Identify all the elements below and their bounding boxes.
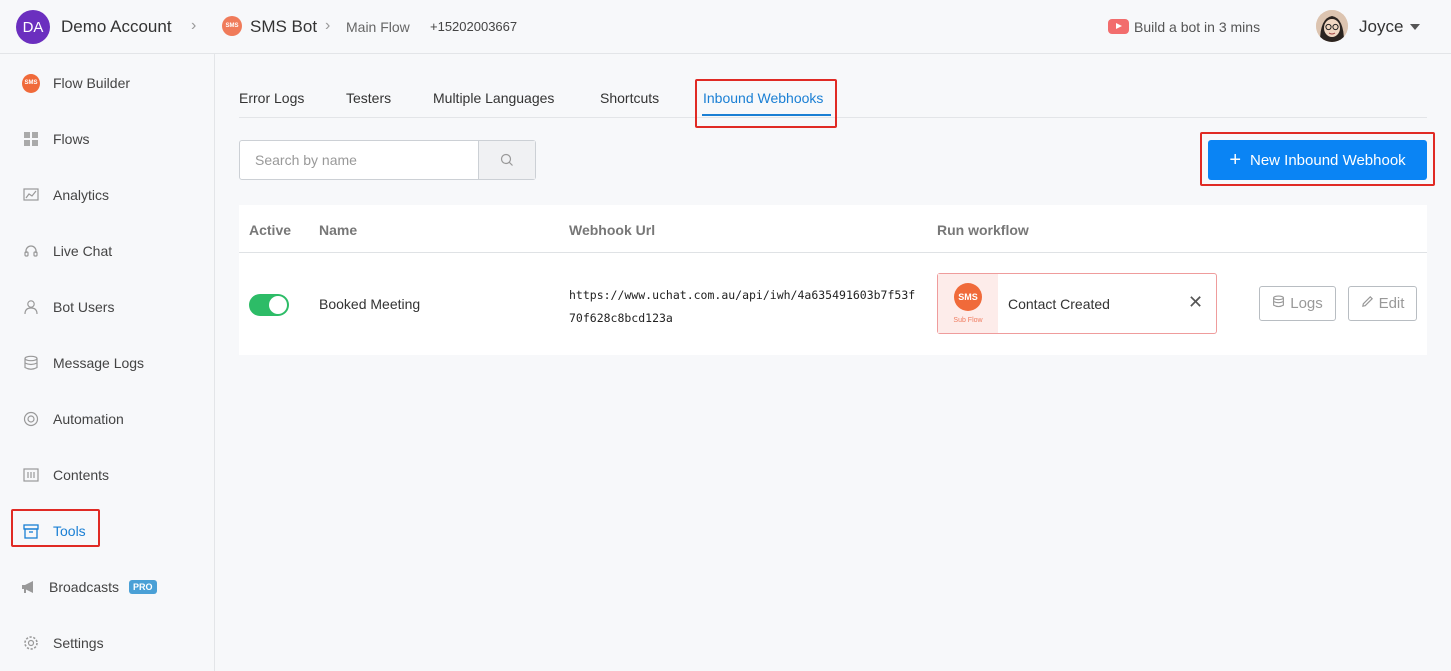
highlight-box-tools (11, 509, 100, 547)
sidebar-item-analytics[interactable]: Analytics (0, 175, 214, 215)
sidebar-item-bot-users[interactable]: Bot Users (0, 287, 214, 327)
workflow-title: Contact Created (1008, 296, 1110, 312)
column-header-webhook-url: Webhook Url (569, 222, 656, 238)
account-name[interactable]: Demo Account (61, 17, 172, 37)
sidebar-item-settings[interactable]: Settings (0, 623, 214, 663)
sidebar-item-live-chat[interactable]: Live Chat (0, 231, 214, 271)
logs-label: Logs (1290, 295, 1323, 312)
sidebar-item-label: Analytics (53, 187, 110, 203)
contents-icon (22, 466, 40, 484)
header-divider (239, 252, 1427, 253)
sidebar-item-flows[interactable]: Flows (0, 119, 214, 159)
column-header-run-workflow: Run workflow (937, 222, 1029, 238)
grid-icon (22, 130, 40, 148)
tab-error-logs[interactable]: Error Logs (239, 90, 304, 106)
gear-icon (22, 634, 40, 652)
webhook-url: https://www.uchat.com.au/api/iwh/4a63549… (569, 288, 916, 325)
sidebar-item-automation[interactable]: Automation (0, 399, 214, 439)
search-input[interactable] (240, 141, 479, 179)
caret-down-icon[interactable] (1410, 24, 1420, 30)
workflow-card[interactable]: SMS Sub Flow Contact Created ✕ (937, 273, 1217, 334)
sms-icon: SMS (954, 283, 982, 311)
top-bar: DA Demo Account › SMS SMS Bot › Main Flo… (0, 0, 1451, 54)
sub-flow-label: Sub Flow (953, 317, 983, 324)
webhooks-table: Active Name Webhook Url Run workflow Boo… (239, 205, 1427, 355)
active-toggle[interactable] (249, 294, 289, 316)
tab-testers[interactable]: Testers (346, 90, 391, 106)
highlight-box-new-webhook (1200, 132, 1435, 186)
chevron-right-icon: › (191, 17, 197, 34)
logs-button[interactable]: Logs (1259, 286, 1336, 321)
toggle-knob (269, 296, 287, 314)
tab-shortcuts[interactable]: Shortcuts (600, 90, 659, 106)
search-button[interactable] (479, 141, 535, 179)
sms-bot-icon: SMS (222, 16, 242, 36)
sms-icon: SMS (22, 73, 40, 93)
chevron-right-icon: › (325, 17, 331, 34)
sidebar-item-broadcasts[interactable]: Broadcasts PRO (0, 567, 214, 607)
user-icon (22, 298, 40, 316)
edit-label: Edit (1378, 295, 1405, 312)
megaphone-icon (20, 578, 38, 596)
edit-button[interactable]: Edit (1348, 286, 1417, 321)
sidebar-item-label: Broadcasts (49, 579, 120, 595)
sidebar: SMS Flow Builder Flows Analytics Live Ch… (0, 54, 215, 671)
bot-name[interactable]: SMS Bot (250, 17, 317, 37)
pencil-icon (1361, 295, 1374, 312)
phone-number: +15202003667 (430, 19, 518, 34)
build-bot-link[interactable]: Build a bot in 3 mins (1134, 19, 1260, 35)
sidebar-item-contents[interactable]: Contents (0, 455, 214, 495)
pro-badge: PRO (129, 580, 157, 594)
user-avatar[interactable] (1316, 10, 1348, 42)
tab-multiple-languages[interactable]: Multiple Languages (433, 90, 554, 106)
close-icon[interactable]: ✕ (1188, 293, 1203, 311)
user-name[interactable]: Joyce (1359, 17, 1403, 37)
sidebar-item-label: Live Chat (53, 243, 113, 259)
flow-name[interactable]: Main Flow (346, 19, 410, 35)
webhook-name: Booked Meeting (319, 296, 421, 312)
sidebar-item-label: Bot Users (53, 299, 115, 315)
sidebar-item-label: Settings (53, 635, 104, 651)
chart-icon (22, 186, 40, 204)
lifebuoy-icon (22, 410, 40, 428)
database-icon (22, 354, 40, 372)
sidebar-item-label: Message Logs (53, 355, 145, 371)
column-header-name: Name (319, 222, 358, 238)
sidebar-item-label: Automation (53, 411, 124, 427)
account-avatar[interactable]: DA (16, 10, 50, 44)
workflow-icon-panel: SMS Sub Flow (938, 274, 998, 333)
column-header-active: Active (249, 222, 292, 238)
sidebar-item-message-logs[interactable]: Message Logs (0, 343, 214, 383)
database-icon (1272, 295, 1285, 312)
headset-icon (22, 242, 40, 260)
sidebar-item-label: Flow Builder (53, 75, 131, 91)
search-box (239, 140, 536, 180)
sidebar-item-label: Contents (53, 467, 110, 483)
highlight-box-inbound-webhooks (695, 79, 837, 128)
search-icon (500, 153, 513, 166)
youtube-icon[interactable] (1108, 19, 1129, 34)
sidebar-item-flow-builder[interactable]: SMS Flow Builder (0, 63, 214, 103)
sidebar-item-label: Flows (53, 131, 90, 147)
